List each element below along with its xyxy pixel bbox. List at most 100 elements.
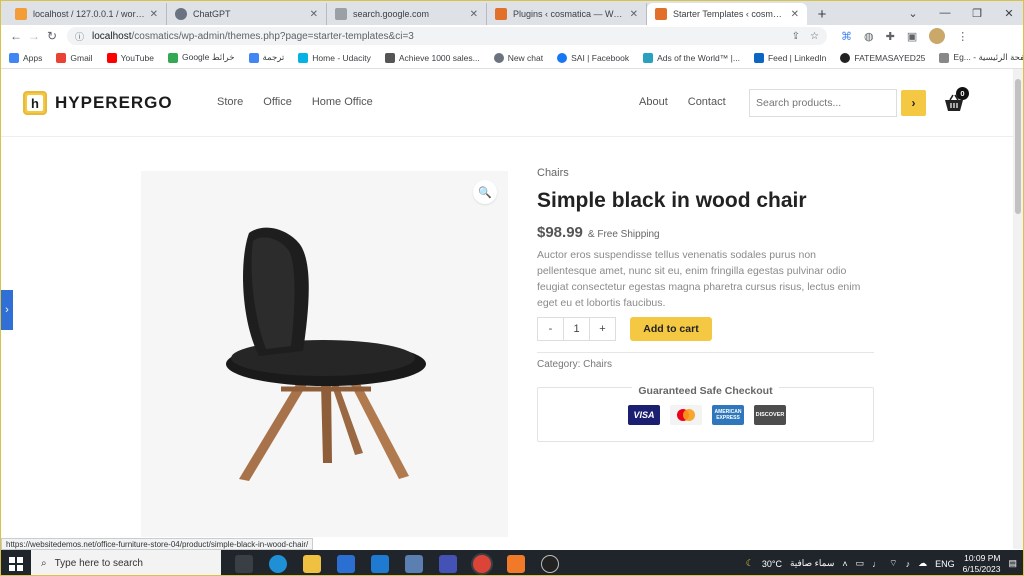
price-row: $98.99 & Free Shipping <box>537 224 874 241</box>
maximize-button[interactable]: ❐ <box>961 7 993 20</box>
nav-store[interactable]: Store <box>217 96 243 108</box>
site-logo[interactable]: h HYPERERGO <box>23 91 173 115</box>
media-icon[interactable] <box>439 554 457 573</box>
start-button[interactable] <box>1 556 31 571</box>
browser-tab[interactable]: Plugins ‹ cosmatica — WordPress ✕ <box>487 3 647 25</box>
task-view-icon[interactable] <box>235 554 253 573</box>
magnifier-icon: 🔍 <box>478 186 492 199</box>
forward-icon[interactable]: → <box>25 29 43 43</box>
quantity-stepper: - 1 + <box>537 317 616 341</box>
product-category-link[interactable]: Chairs <box>537 167 874 179</box>
microphone-icon[interactable]: ♩ <box>872 559 881 569</box>
gmail-icon <box>56 52 67 63</box>
close-tab-icon[interactable]: ✕ <box>310 9 318 20</box>
close-window-button[interactable]: ✕ <box>993 7 1023 20</box>
mail-icon[interactable] <box>371 554 389 573</box>
taskbar-search-input[interactable]: ⌕ Type here to search <box>31 550 221 575</box>
bookmark-item[interactable]: ترجمة <box>248 52 285 63</box>
nav-contact[interactable]: Contact <box>688 96 726 108</box>
qty-decrement-button[interactable]: - <box>538 318 563 340</box>
extensions-puzzle-icon[interactable]: ✚ <box>886 30 895 43</box>
browser-tab[interactable]: search.google.com ✕ <box>327 3 487 25</box>
app-icon[interactable] <box>405 554 423 573</box>
nav-office[interactable]: Office <box>263 96 292 108</box>
ads-of-the-world-icon <box>643 52 654 63</box>
system-tray: ☾ 30°C سماء صافية ˄ ▭ ♩ ⌔ ♪ ☁ ENG 10:09 … <box>746 553 1023 575</box>
browser-tab[interactable]: localhost / 127.0.0.1 / wordpress ✕ <box>7 3 167 25</box>
cloud-icon[interactable]: ☁ <box>918 558 927 569</box>
minimize-button[interactable]: — <box>929 7 961 19</box>
product-search-input[interactable] <box>749 89 897 117</box>
add-to-cart-button[interactable]: Add to cart <box>630 317 712 341</box>
category-link[interactable]: Chairs <box>583 359 612 370</box>
tab-search-icon[interactable]: ⌄ <box>897 7 929 20</box>
tab-title: ChatGPT <box>193 9 231 19</box>
qty-increment-button[interactable]: + <box>590 318 615 340</box>
network-icon[interactable]: ⌔ <box>889 558 897 569</box>
share-icon[interactable]: ⇪ <box>792 31 800 42</box>
nav-home-office[interactable]: Home Office <box>312 96 373 108</box>
bookmark-item[interactable]: Gmail <box>56 52 93 63</box>
bookmark-item[interactable]: Google خرائط <box>167 52 235 63</box>
qty-input[interactable]: 1 <box>563 318 590 340</box>
close-tab-icon[interactable]: ✕ <box>791 9 799 20</box>
url-path: /cosmatics/wp-admin/themes.php?page=star… <box>131 30 414 42</box>
chevron-right-icon: › <box>5 304 9 316</box>
clock-time: 10:09 PM <box>964 552 1001 563</box>
language-indicator[interactable]: ENG <box>935 559 955 569</box>
windows-logo-icon <box>9 556 23 571</box>
bookmark-item[interactable]: Home - Udacity <box>298 52 371 63</box>
close-tab-icon[interactable]: ✕ <box>630 9 638 20</box>
checkout-title-text: Guaranteed Safe Checkout <box>632 385 779 397</box>
bookmark-item[interactable]: YouTube <box>106 52 154 63</box>
obs-icon[interactable] <box>541 554 559 573</box>
search-submit-button[interactable]: › <box>901 90 926 116</box>
scrollbar-thumb[interactable] <box>1015 79 1021 214</box>
volume-icon[interactable]: ♪ <box>906 559 911 569</box>
notifications-icon[interactable]: ▤ <box>1008 558 1017 569</box>
bookmark-item[interactable]: Ads of the World™ |... <box>643 52 740 63</box>
bookmark-label: YouTube <box>120 52 154 63</box>
zoom-button[interactable]: 🔍 <box>473 180 497 204</box>
bookmark-item[interactable]: New chat <box>493 52 543 63</box>
udacity-icon <box>298 52 309 63</box>
close-tab-icon[interactable]: ✕ <box>470 9 478 20</box>
site-info-icon[interactable]: ⓘ <box>75 30 84 43</box>
translate-icon[interactable]: ⌘ <box>841 30 852 43</box>
bookmark-item[interactable]: SAI | Facebook <box>557 52 629 63</box>
clock[interactable]: 10:09 PM 6/15/2023 <box>963 553 1001 575</box>
bookmark-item[interactable]: Apps <box>9 52 42 63</box>
menu-dots-icon[interactable]: ⋮ <box>957 30 968 43</box>
camera-icon[interactable]: ▭ <box>856 558 865 569</box>
phpmyadmin-icon <box>15 8 27 20</box>
back-icon[interactable]: ← <box>7 29 25 43</box>
side-panel-icon[interactable]: ▣ <box>907 30 917 43</box>
file-explorer-icon[interactable] <box>303 554 321 573</box>
product-image[interactable] <box>141 171 508 537</box>
bookmark-star-icon[interactable]: ☆ <box>810 31 819 42</box>
globe-icon[interactable]: ◍ <box>864 30 874 43</box>
bookmark-item[interactable]: Feed | LinkedIn <box>753 52 826 63</box>
page-scrollbar[interactable] <box>1013 69 1023 549</box>
browser-tab-active[interactable]: Starter Templates ‹ cosmatica — ✕ <box>647 3 807 25</box>
address-bar[interactable]: ⓘ localhost/cosmatics/wp-admin/themes.ph… <box>67 27 827 45</box>
browser-tab[interactable]: ChatGPT ✕ <box>167 3 327 25</box>
store-icon[interactable] <box>337 554 355 573</box>
side-panel-toggle[interactable]: › <box>1 290 13 330</box>
edge-icon[interactable] <box>269 554 287 573</box>
chevron-up-icon[interactable]: ˄ <box>842 559 847 569</box>
new-tab-button[interactable]: + <box>811 3 833 25</box>
weather-icon[interactable]: ☾ <box>746 558 754 569</box>
xampp-icon[interactable] <box>507 554 525 573</box>
bookmark-label: Achieve 1000 sales... <box>398 52 480 63</box>
bookmark-item[interactable]: FATEMASAYED25 <box>840 52 925 63</box>
bookmark-label: ترجمة <box>262 52 285 62</box>
weather-text: سماء صافية <box>789 558 835 568</box>
profile-avatar[interactable] <box>929 28 946 44</box>
close-tab-icon[interactable]: ✕ <box>150 9 158 20</box>
reload-icon[interactable]: ↻ <box>43 29 61 43</box>
bookmark-item[interactable]: Eg... - الصفحة الرئيسية <box>939 52 1023 63</box>
chrome-icon[interactable] <box>473 554 491 573</box>
nav-about[interactable]: About <box>639 96 668 108</box>
bookmark-item[interactable]: Achieve 1000 sales... <box>384 52 480 63</box>
